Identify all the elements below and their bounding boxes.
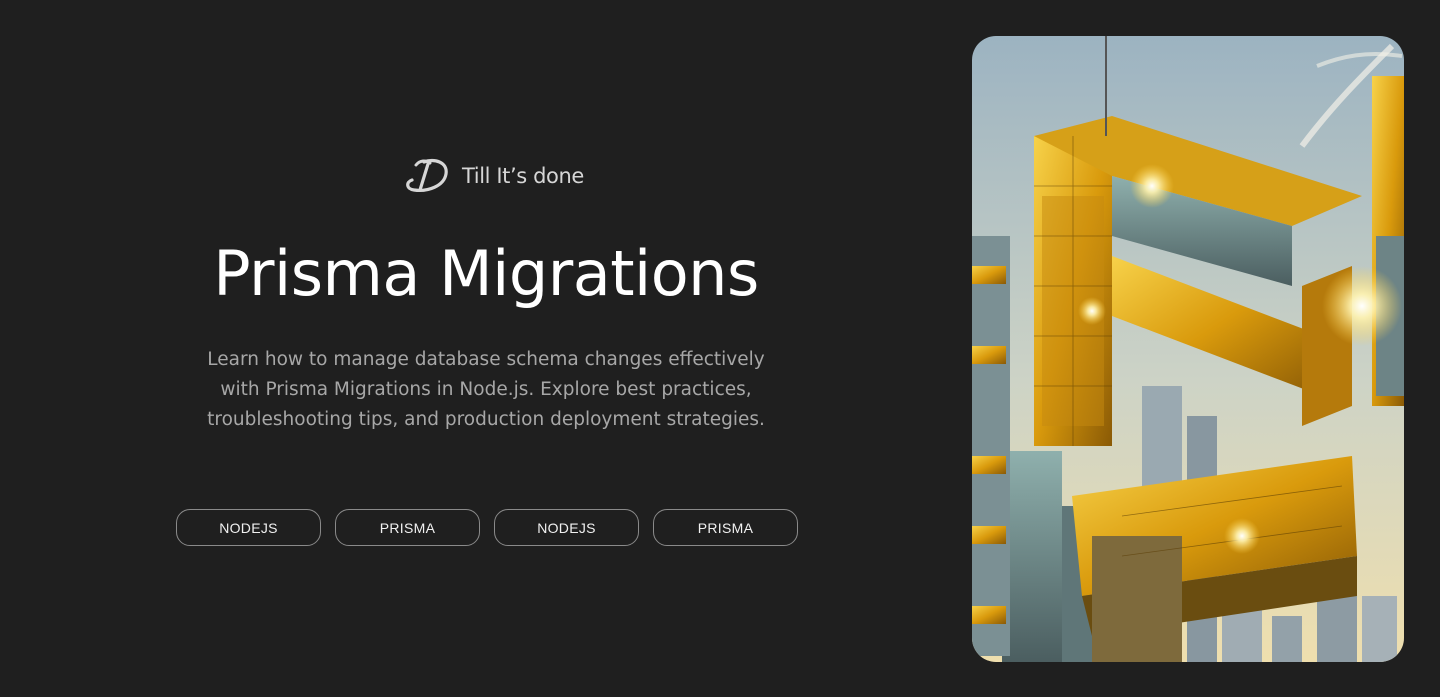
brand-name: Till It’s done	[462, 164, 584, 188]
tag-button-nodejs[interactable]: NODEJS	[176, 509, 321, 546]
script-d-logo-icon	[404, 156, 452, 196]
tag-button-nodejs[interactable]: NODEJS	[494, 509, 639, 546]
page-title: Prisma Migrations	[213, 237, 759, 310]
tag-list: NODEJS PRISMA NODEJS PRISMA	[176, 509, 798, 546]
tag-button-prisma[interactable]: PRISMA	[335, 509, 480, 546]
brand[interactable]: Till It’s done	[404, 156, 584, 196]
hero-text-column: Till It’s done Prisma Migrations Learn h…	[0, 0, 972, 697]
article-hero-page: Till It’s done Prisma Migrations Learn h…	[0, 0, 1440, 697]
tag-button-prisma[interactable]: PRISMA	[653, 509, 798, 546]
page-description: Learn how to manage database schema chan…	[207, 349, 765, 430]
hero-image	[972, 36, 1404, 662]
golden-building-illustration	[972, 36, 1404, 662]
